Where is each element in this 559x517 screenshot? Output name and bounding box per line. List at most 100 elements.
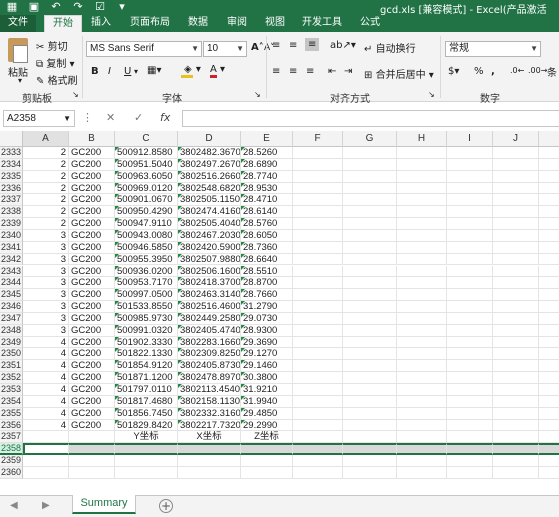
cell-g[interactable] — [343, 147, 397, 159]
cell-f[interactable] — [293, 218, 343, 230]
row-header[interactable]: 2358 — [0, 443, 23, 456]
number-format-select[interactable]: 常规 ▼ — [445, 41, 541, 57]
cell-k[interactable] — [539, 420, 559, 432]
cell-k[interactable] — [539, 206, 559, 219]
align-right-icon[interactable]: ≡ — [306, 66, 314, 77]
tab-view[interactable]: 视图 — [260, 15, 290, 32]
cell-c[interactable]: 500963.6050 — [115, 170, 178, 183]
cell-j[interactable] — [493, 324, 539, 337]
cell-i[interactable] — [447, 218, 493, 230]
row-header[interactable]: 2337 — [0, 194, 23, 207]
cell-e[interactable]: 29.0730 — [241, 312, 293, 325]
cell-i[interactable] — [447, 360, 493, 373]
cell-g[interactable] — [343, 241, 397, 254]
cell-j[interactable] — [493, 277, 539, 290]
cell-d[interactable]: 3802418.3700 — [178, 277, 241, 290]
cell-k[interactable] — [539, 455, 559, 467]
cell-f[interactable] — [293, 253, 343, 266]
cell-c[interactable]: 500985.9730 — [115, 312, 178, 325]
cell-a[interactable]: 4 — [23, 372, 69, 384]
cell-d[interactable]: 3802405.4740 — [178, 324, 241, 337]
column-header-a[interactable]: A — [23, 131, 69, 147]
cell-d[interactable]: 3802158.1130 — [178, 395, 241, 408]
cell-a[interactable]: 3 — [23, 229, 69, 242]
cell-i[interactable] — [447, 289, 493, 302]
column-header-h[interactable]: H — [397, 131, 447, 147]
cell-h[interactable] — [397, 206, 447, 219]
comma-button[interactable]: , — [491, 66, 495, 77]
cell-i[interactable] — [447, 336, 493, 349]
cell-b[interactable] — [69, 466, 115, 479]
cell-f[interactable] — [293, 289, 343, 302]
cell-i[interactable] — [447, 466, 493, 479]
cell-i[interactable] — [447, 395, 493, 408]
cell-d[interactable]: 3802497.2670 — [178, 158, 241, 171]
cell-e[interactable]: 28.6890 — [241, 158, 293, 171]
column-header-b[interactable]: B — [69, 131, 115, 147]
cell-d[interactable]: 3802516.2660 — [178, 170, 241, 183]
cell-b[interactable]: GC200 — [69, 182, 115, 195]
cell-c[interactable]: 501797.0110 — [115, 384, 178, 396]
cell-k[interactable] — [539, 408, 559, 420]
cell-e[interactable]: 29.4850 — [241, 407, 293, 420]
cell-h[interactable] — [397, 407, 447, 420]
cell-d[interactable]: 3802478.8970 — [178, 372, 241, 384]
cell-j[interactable] — [493, 384, 539, 396]
cell-h[interactable] — [397, 466, 447, 479]
cut-button[interactable]: ✂ 剪切 — [36, 38, 68, 53]
increase-indent-icon[interactable]: ⇥ — [344, 66, 352, 77]
cell-f[interactable] — [293, 147, 343, 159]
formula-input[interactable] — [182, 110, 559, 127]
cell-d[interactable]: 3802463.3140 — [178, 289, 241, 302]
column-header-j[interactable]: J — [493, 131, 539, 147]
cell-e[interactable]: 28.6140 — [241, 206, 293, 219]
cell-b[interactable]: GC200 — [69, 218, 115, 230]
cell-c[interactable] — [115, 455, 178, 467]
format-painter-button[interactable]: ✎ 格式刷 — [36, 72, 78, 87]
cell-d[interactable]: 3802309.8250 — [178, 348, 241, 361]
currency-icon[interactable]: $▾ — [448, 66, 459, 77]
cell-f[interactable] — [293, 301, 343, 313]
cell-e[interactable]: 28.6050 — [241, 229, 293, 242]
fill-color-button[interactable]: ◈ ▾ — [180, 64, 201, 78]
sheet-tab-summary[interactable]: Summary — [72, 495, 136, 514]
cell-a[interactable]: 4 — [23, 384, 69, 396]
row-header[interactable]: 2344 — [0, 277, 23, 290]
cell-c[interactable]: 500901.0670 — [115, 194, 178, 207]
cell-b[interactable]: GC200 — [69, 360, 115, 373]
tab-file[interactable]: 文件 — [0, 15, 36, 32]
cell-j[interactable] — [493, 301, 539, 313]
underline-button[interactable]: U — [124, 66, 131, 77]
cell-g[interactable] — [343, 443, 397, 456]
cell-k[interactable] — [539, 443, 559, 456]
cell-a[interactable]: 4 — [23, 336, 69, 349]
cell-b[interactable]: GC200 — [69, 372, 115, 384]
cell-g[interactable] — [343, 384, 397, 396]
row-header[interactable]: 2353 — [0, 384, 23, 396]
cell-f[interactable] — [293, 312, 343, 325]
row-header[interactable]: 2342 — [0, 253, 23, 266]
cell-c[interactable]: Y坐标 — [115, 431, 178, 444]
cell-k[interactable] — [539, 147, 559, 159]
cell-i[interactable] — [447, 407, 493, 420]
cell-j[interactable] — [493, 241, 539, 254]
cell-j[interactable] — [493, 170, 539, 183]
cell-e[interactable]: 31.9210 — [241, 384, 293, 396]
cell-b[interactable]: GC200 — [69, 312, 115, 325]
cell-e[interactable]: 28.8700 — [241, 277, 293, 290]
cell-g[interactable] — [343, 170, 397, 183]
cell-f[interactable] — [293, 324, 343, 337]
decrease-decimal-icon[interactable]: .00→ — [528, 66, 547, 75]
cell-e[interactable]: 28.5760 — [241, 218, 293, 230]
clipboard-launcher-icon[interactable]: ↘ — [72, 90, 79, 99]
cell-f[interactable] — [293, 265, 343, 278]
cell-b[interactable]: GC200 — [69, 170, 115, 183]
cell-b[interactable]: GC200 — [69, 407, 115, 420]
cell-c[interactable]: 500947.9110 — [115, 218, 178, 230]
cell-i[interactable] — [447, 194, 493, 207]
row-header[interactable]: 2347 — [0, 312, 23, 325]
tab-insert[interactable]: 插入 — [86, 15, 116, 32]
cell-h[interactable] — [397, 372, 447, 384]
cell-k[interactable] — [539, 467, 559, 479]
column-header-g[interactable]: G — [343, 131, 397, 147]
